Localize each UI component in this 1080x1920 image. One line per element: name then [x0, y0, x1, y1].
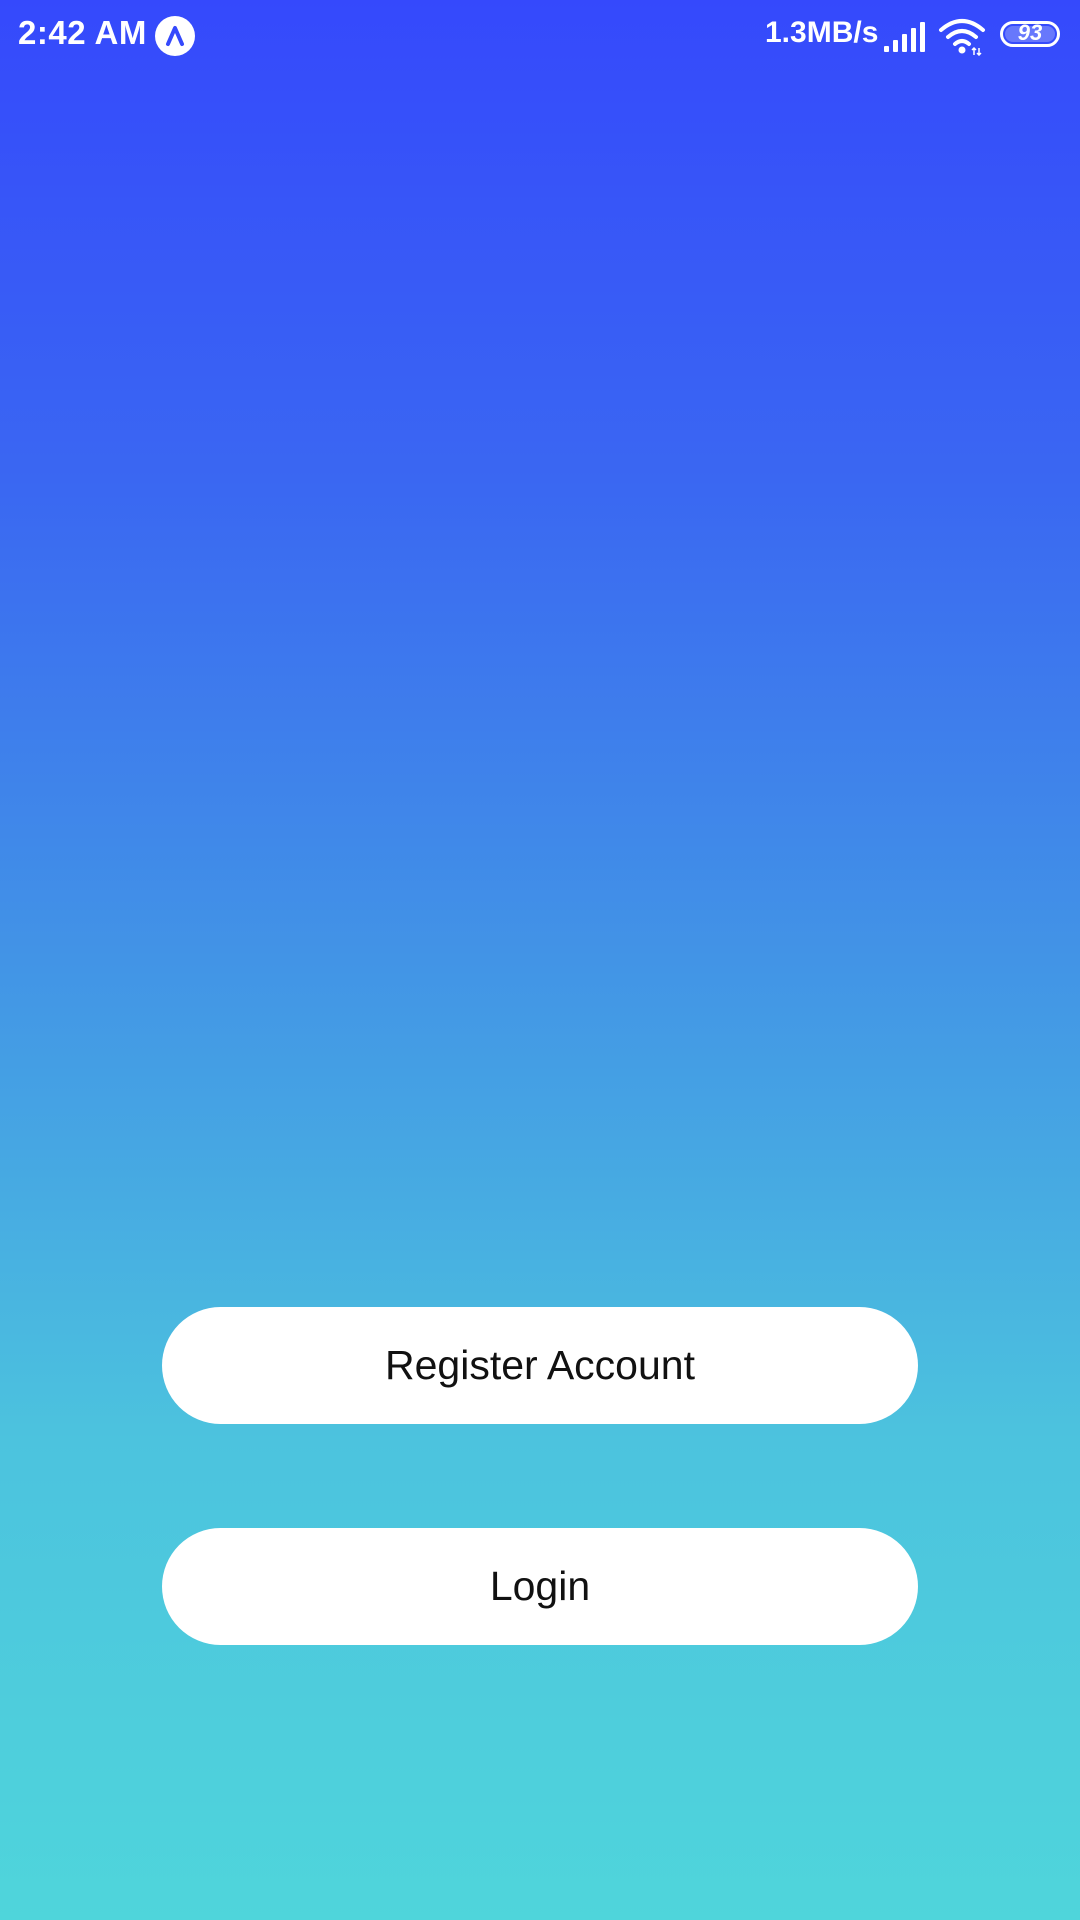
- status-time: 2:42 AM: [18, 14, 147, 51]
- battery-indicator: 93: [1000, 20, 1060, 47]
- login-button[interactable]: Login: [162, 1528, 918, 1645]
- cellular-signal-icon: [884, 22, 926, 57]
- register-account-button[interactable]: Register Account: [162, 1307, 918, 1424]
- caret-up-icon: [155, 16, 195, 56]
- status-bar: 2:42 AM 1.3MB/s 93: [0, 0, 1080, 72]
- battery-level: 93: [1017, 20, 1043, 45]
- network-speed: 1.3MB/s: [765, 16, 879, 49]
- wifi-icon: [938, 18, 986, 61]
